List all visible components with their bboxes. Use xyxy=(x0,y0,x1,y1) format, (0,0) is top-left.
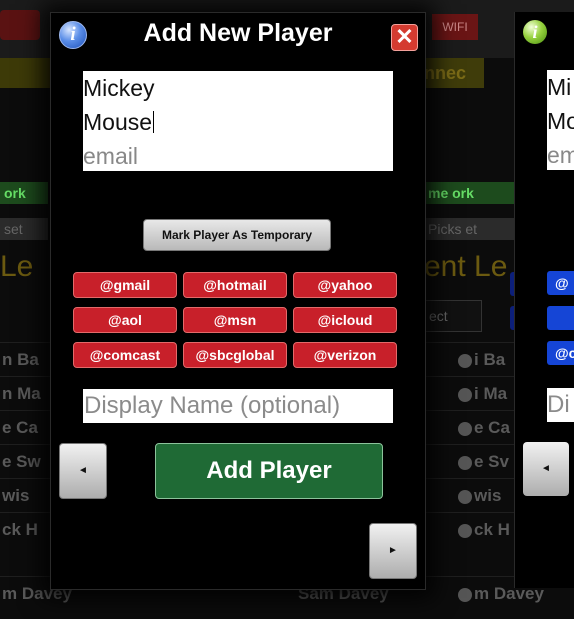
second-domain-button[interactable] xyxy=(547,306,574,330)
text-caret xyxy=(153,111,155,133)
background-green-label-left: ork xyxy=(0,182,48,204)
background-gray-label-left: set xyxy=(0,218,48,240)
background-wifi-badge: WIFI xyxy=(432,14,478,40)
domain-button-yahoo[interactable]: @yahoo xyxy=(293,272,397,298)
domain-button-icloud[interactable]: @icloud xyxy=(293,307,397,333)
previous-button[interactable]: ◄ xyxy=(59,443,107,499)
second-email-field[interactable]: em xyxy=(547,142,574,168)
info-icon[interactable]: i xyxy=(523,20,547,44)
domain-button-verizon[interactable]: @verizon xyxy=(293,342,397,368)
second-first-name-value[interactable]: Mi xyxy=(547,74,571,100)
last-name-value[interactable]: Mouse xyxy=(83,109,155,135)
background-large-label-right: ent Le xyxy=(424,250,508,283)
left-arrow-icon: ◄ xyxy=(541,463,551,474)
background-connected-badge: nnec xyxy=(424,58,484,88)
second-player-name-field[interactable]: Mi Mo em xyxy=(547,70,574,170)
player-name-field[interactable]: Mickey Mouse email xyxy=(83,71,393,171)
background-green-label-right: me ork xyxy=(424,182,516,204)
dialog-titlebar: i Add New Player ✕ xyxy=(51,13,425,61)
email-field[interactable]: email xyxy=(83,143,138,169)
second-add-player-dialog: i Mi Mo em @ @c Di ◄ xyxy=(514,12,574,588)
add-player-button[interactable]: Add Player xyxy=(155,443,383,499)
second-domain-button[interactable]: @ xyxy=(547,271,574,295)
background-menu-button xyxy=(0,10,40,40)
domain-button-gmail[interactable]: @gmail xyxy=(73,272,177,298)
background-gray-label-right: Picks et xyxy=(424,218,516,240)
background-large-label-left: Le xyxy=(0,250,34,283)
right-arrow-icon: ► xyxy=(388,545,398,556)
domain-button-sbcglobal[interactable]: @sbcglobal xyxy=(183,342,287,368)
mark-temporary-button[interactable]: Mark Player As Temporary xyxy=(143,219,331,251)
left-arrow-icon: ◄ xyxy=(78,465,88,476)
domain-button-aol[interactable]: @aol xyxy=(73,307,177,333)
close-button[interactable]: ✕ xyxy=(391,24,418,51)
next-button[interactable]: ► xyxy=(369,523,417,579)
background-select: ect xyxy=(424,300,482,332)
dialog-title: Add New Player xyxy=(143,19,333,47)
domain-button-comcast[interactable]: @comcast xyxy=(73,342,177,368)
second-domain-button[interactable]: @c xyxy=(547,341,574,365)
domain-button-hotmail[interactable]: @hotmail xyxy=(183,272,287,298)
add-player-dialog: i Add New Player ✕ Mickey Mouse email Ma… xyxy=(50,12,426,590)
domain-button-msn[interactable]: @msn xyxy=(183,307,287,333)
second-previous-button[interactable]: ◄ xyxy=(523,442,569,496)
display-name-field[interactable]: Display Name (optional) xyxy=(83,389,393,423)
second-last-name-value[interactable]: Mo xyxy=(547,108,574,134)
second-display-name-field[interactable]: Di xyxy=(547,388,574,422)
first-name-value[interactable]: Mickey xyxy=(83,75,155,101)
